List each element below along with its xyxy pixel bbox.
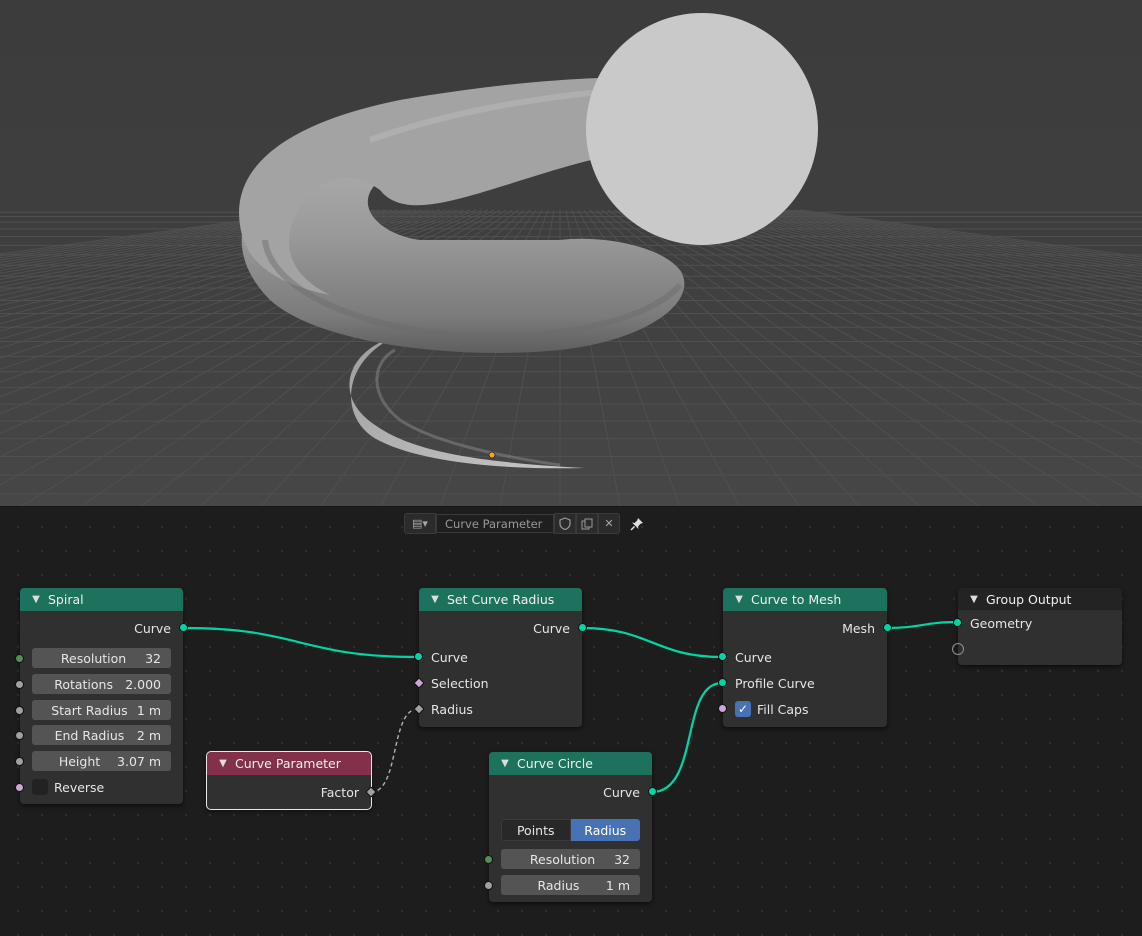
field-end-radius[interactable]: End Radius 2 m [32, 725, 171, 745]
input-row-curve: Curve [431, 649, 468, 665]
duplicate-button[interactable] [576, 513, 598, 534]
end-cap [586, 13, 818, 245]
node-header[interactable]: ▼ Group Output [958, 588, 1122, 611]
node-spiral[interactable]: ▼ Spiral Curve Resolution 32 Rotations 2… [15, 588, 188, 804]
node-header[interactable]: ▼ Curve to Mesh [723, 588, 887, 611]
node-curve-circle[interactable]: ▼ Curve Circle Curve Points Radius Resol… [484, 752, 657, 902]
socket-label: Curve [533, 620, 570, 636]
pin-icon [630, 517, 643, 531]
field-start-radius[interactable]: Start Radius 1 m [32, 700, 171, 720]
output-socket-curve[interactable] [578, 623, 587, 632]
shield-icon [559, 517, 571, 530]
node-curve-to-mesh[interactable]: ▼ Curve to Mesh Mesh Curve Profile Curve… [718, 588, 892, 727]
duplicate-icon [581, 518, 593, 529]
mode-points-button[interactable]: Points [501, 819, 571, 841]
input-socket-height[interactable] [15, 757, 24, 766]
fill-caps-label: Fill Caps [757, 701, 809, 717]
link-set-radius-to-curve-to-mesh [581, 626, 723, 659]
object-origin [488, 451, 496, 459]
node-curve-parameter[interactable]: ▼ Curve Parameter Factor [206, 751, 377, 810]
fake-user-button[interactable] [554, 513, 576, 534]
node-title: Set Curve Radius [447, 592, 555, 607]
node-title: Curve Circle [517, 756, 593, 771]
chevron-down-icon[interactable]: ▼ [28, 594, 44, 605]
node-group-output[interactable]: ▼ Group Output Geometry [952, 588, 1122, 665]
output-row: Mesh [723, 617, 887, 639]
node-header[interactable]: ▼ Spiral [20, 588, 183, 611]
input-socket-empty[interactable] [952, 643, 964, 655]
unlink-button[interactable]: ✕ [598, 513, 620, 534]
input-socket-end-radius[interactable] [15, 731, 24, 740]
socket-label: Factor [320, 784, 359, 800]
reverse-row[interactable]: Reverse [20, 776, 183, 798]
input-row-curve: Curve [735, 649, 772, 665]
node-title: Curve to Mesh [751, 592, 842, 607]
node-title: Spiral [48, 592, 84, 607]
link-curve-to-mesh-to-output [886, 620, 958, 630]
output-socket-mesh[interactable] [883, 623, 892, 632]
chevron-down-icon[interactable]: ▼ [427, 594, 443, 605]
input-socket-resolution[interactable] [484, 855, 493, 864]
node-header[interactable]: ▼ Curve Circle [489, 752, 652, 775]
mode-radius-button[interactable]: Radius [570, 819, 640, 841]
pin-button[interactable] [628, 515, 646, 533]
field-radius[interactable]: Radius 1 m [501, 875, 640, 895]
checkmark-icon: ✓ [737, 702, 749, 716]
field-resolution[interactable]: Resolution 32 [501, 849, 640, 869]
output-socket-curve[interactable] [179, 623, 188, 632]
link-spiral-to-set-radius [183, 626, 419, 659]
reverse-label: Reverse [54, 779, 105, 795]
input-socket-resolution[interactable] [15, 654, 24, 663]
editor-type-button[interactable]: ▤▾ [404, 513, 436, 534]
chevron-down-icon[interactable]: ▼ [497, 758, 513, 769]
mode-toggle: Points Radius [501, 819, 640, 841]
socket-label: Mesh [842, 620, 875, 636]
field-resolution[interactable]: Resolution 32 [32, 648, 171, 668]
fill-caps-checkbox[interactable]: ✓ [735, 701, 751, 717]
input-socket-rotations[interactable] [15, 680, 24, 689]
viewport-render [0, 0, 1142, 507]
output-row: Curve [489, 781, 652, 803]
output-socket-curve[interactable] [648, 787, 657, 796]
input-row-radius: Radius [431, 701, 473, 717]
fill-caps-row[interactable]: ✓ Fill Caps [723, 698, 887, 720]
close-icon: ✕ [604, 517, 614, 530]
input-socket-radius[interactable] [484, 881, 493, 890]
field-rotations[interactable]: Rotations 2.000 [32, 674, 171, 694]
node-set-curve-radius[interactable]: ▼ Set Curve Radius Curve Curve Selection… [413, 588, 587, 727]
node-title: Curve Parameter [235, 756, 341, 771]
input-row-profile-curve: Profile Curve [735, 675, 815, 691]
input-socket-start-radius[interactable] [15, 706, 24, 715]
node-header[interactable]: ▼ Curve Parameter [207, 752, 371, 775]
link-curve-circle-to-profile [651, 681, 723, 794]
chevron-down-icon[interactable]: ▼ [215, 758, 231, 769]
socket-label: Curve [134, 620, 171, 636]
socket-label: Curve [603, 784, 640, 800]
input-row-selection: Selection [431, 675, 489, 691]
field-height[interactable]: Height 3.07 m [32, 751, 171, 771]
output-row: Factor [207, 781, 371, 803]
3d-viewport[interactable] [0, 0, 1142, 507]
output-row: Curve [419, 617, 582, 639]
input-row-geometry: Geometry [970, 615, 1033, 631]
link-factor-to-radius [370, 708, 419, 793]
node-header[interactable]: ▼ Set Curve Radius [419, 588, 582, 611]
node-tree-header: ▤▾ Curve Parameter ✕ [404, 513, 646, 534]
node-tree-name-field[interactable]: Curve Parameter [436, 514, 554, 533]
reverse-checkbox[interactable] [32, 779, 48, 795]
node-title: Group Output [986, 591, 1072, 607]
chevron-down-icon[interactable]: ▼ [731, 594, 747, 605]
output-row: Curve [20, 617, 183, 639]
node-editor-icon: ▤▾ [412, 517, 428, 530]
node-editor[interactable]: ▤▾ Curve Parameter ✕ ▼ Spiral Curve Reso… [0, 507, 1142, 936]
chevron-down-icon[interactable]: ▼ [966, 594, 982, 605]
